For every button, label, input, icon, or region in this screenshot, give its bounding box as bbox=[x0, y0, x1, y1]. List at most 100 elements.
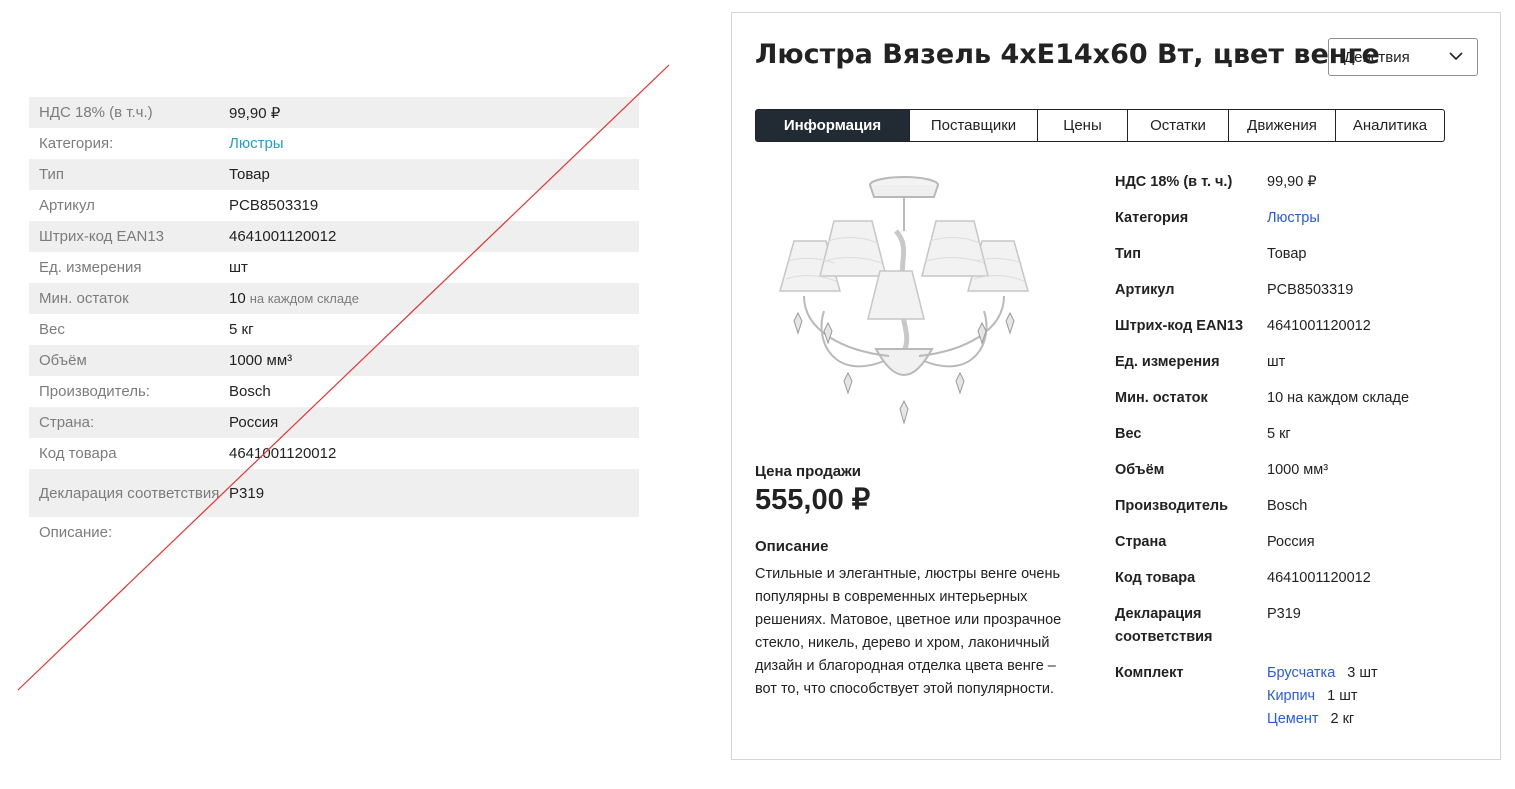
old-value: 4641001120012 bbox=[229, 445, 337, 462]
prop-value: Россия bbox=[1267, 534, 1315, 550]
price-label: Цена продажи bbox=[755, 463, 861, 480]
prop-value: 10 на каждом складе bbox=[1267, 390, 1410, 406]
old-value: Р319 bbox=[229, 484, 265, 502]
old-row-description: Описание: bbox=[29, 517, 639, 548]
prop-label: Ед. измерения bbox=[1115, 354, 1220, 370]
prop-label: Страна bbox=[1115, 534, 1167, 550]
old-category-link[interactable]: Люстры bbox=[229, 135, 284, 152]
prop-label: Объём bbox=[1115, 462, 1165, 478]
prop-value: 4641001120012 bbox=[1267, 318, 1371, 334]
tab-movements[interactable]: Движения bbox=[1228, 110, 1335, 141]
old-value: 1000 мм³ bbox=[229, 352, 293, 369]
old-row-unit: Ед. измерения шт bbox=[29, 252, 639, 283]
prop-value: Р319 bbox=[1267, 606, 1301, 622]
chevron-down-icon bbox=[1449, 52, 1463, 60]
prop-label: Вес bbox=[1115, 426, 1142, 442]
prop-code: Код товара 4641001120012 bbox=[1115, 567, 1485, 603]
kit-item-qty: 3 шт bbox=[1347, 665, 1378, 681]
prop-declaration: Декларация соответствия Р319 bbox=[1115, 603, 1485, 662]
old-row-manufacturer: Производитель: Bosch bbox=[29, 376, 639, 407]
product-title: Люстра Вязель 4хЕ14х60 Вт, цвет венге bbox=[755, 39, 1380, 70]
old-note: на каждом складе bbox=[249, 291, 359, 306]
prop-value: 4641001120012 bbox=[1267, 570, 1371, 586]
old-row-type: Тип Товар bbox=[29, 159, 639, 190]
prop-min-stock: Мин. остаток 10 на каждом складе bbox=[1115, 387, 1485, 423]
old-row-code: Код товара 4641001120012 bbox=[29, 438, 639, 469]
kit-item-link[interactable]: Брусчатка bbox=[1267, 665, 1335, 681]
old-value: 99,90 ₽ bbox=[229, 104, 281, 122]
old-label: Мин. остаток bbox=[39, 290, 129, 307]
prop-label: Код товара bbox=[1115, 570, 1196, 586]
tab-prices[interactable]: Цены bbox=[1037, 110, 1127, 141]
description-text: Стильные и элегантные, люстры венге очен… bbox=[755, 566, 1062, 697]
old-label: Штрих-код EAN13 bbox=[39, 228, 165, 245]
old-value: PCB8503319 bbox=[229, 197, 319, 214]
price-value: 555,00 ₽ bbox=[755, 484, 871, 516]
product-image bbox=[779, 176, 1029, 425]
prop-unit: Ед. измерения шт bbox=[1115, 351, 1485, 387]
actions-dropdown[interactable]: Действия bbox=[1328, 38, 1478, 76]
actions-label: Действия bbox=[1344, 48, 1410, 66]
prop-value: PCB8503319 bbox=[1267, 282, 1354, 298]
prop-value: Bosch bbox=[1267, 498, 1308, 514]
prop-label: Категория bbox=[1115, 210, 1189, 226]
kit-item: Брусчатка 3 шт bbox=[1267, 662, 1378, 685]
tab-suppliers[interactable]: Поставщики bbox=[909, 110, 1037, 141]
old-label: Производитель: bbox=[39, 383, 150, 400]
prop-country: Страна Россия bbox=[1115, 531, 1485, 567]
prop-barcode: Штрих-код EAN13 4641001120012 bbox=[1115, 315, 1485, 351]
prop-vat: НДС 18% (в т. ч.) 99,90 ₽ bbox=[1115, 171, 1485, 207]
prop-value: Товар bbox=[1267, 246, 1307, 262]
tab-bar: Информация Поставщики Цены Остатки Движе… bbox=[755, 109, 1445, 142]
old-value: Товар bbox=[229, 166, 270, 183]
prop-value: 99,90 ₽ bbox=[1267, 174, 1317, 190]
prop-label: НДС 18% (в т. ч.) bbox=[1115, 174, 1233, 190]
prop-label: Мин. остаток bbox=[1115, 390, 1208, 406]
prop-value: 5 кг bbox=[1267, 426, 1291, 442]
tab-analytics[interactable]: Аналитика bbox=[1335, 110, 1444, 141]
old-row-sku: Артикул PCB8503319 bbox=[29, 190, 639, 221]
old-value: шт bbox=[229, 259, 248, 276]
prop-weight: Вес 5 кг bbox=[1115, 423, 1485, 459]
old-value: 4641001120012 bbox=[229, 228, 337, 245]
prop-label: Комплект bbox=[1115, 665, 1184, 681]
old-value: 10 bbox=[229, 290, 246, 307]
description-heading: Описание bbox=[755, 538, 829, 555]
old-property-table: НДС 18% (в т.ч.) 99,90 ₽ Категория: Люст… bbox=[29, 97, 639, 548]
old-row-min-stock: Мин. остаток 10 на каждом складе bbox=[29, 283, 639, 314]
old-row-barcode: Штрих-код EAN13 4641001120012 bbox=[29, 221, 639, 252]
kit-list: Брусчатка 3 шт Кирпич 1 шт Цемент 2 кг bbox=[1267, 662, 1378, 731]
prop-label: Производитель bbox=[1115, 498, 1229, 514]
prop-label: Артикул bbox=[1115, 282, 1175, 298]
prop-type: Тип Товар bbox=[1115, 243, 1485, 279]
old-row-vat: НДС 18% (в т.ч.) 99,90 ₽ bbox=[29, 97, 639, 128]
kit-item: Цемент 2 кг bbox=[1267, 708, 1378, 731]
kit-item-link[interactable]: Цемент bbox=[1267, 711, 1318, 727]
old-label: НДС 18% (в т.ч.) bbox=[39, 104, 153, 121]
prop-manufacturer: Производитель Bosch bbox=[1115, 495, 1485, 531]
kit-item: Кирпич 1 шт bbox=[1267, 685, 1378, 708]
tab-info[interactable]: Информация bbox=[756, 110, 909, 141]
old-label: Вес bbox=[39, 321, 65, 338]
prop-sku: Артикул PCB8503319 bbox=[1115, 279, 1485, 315]
product-card: Люстра Вязель 4хЕ14х60 Вт, цвет венге Де… bbox=[731, 12, 1501, 760]
old-row-country: Страна: Россия bbox=[29, 407, 639, 438]
old-label: Код товара bbox=[39, 445, 117, 462]
old-value: Bosch bbox=[229, 383, 271, 400]
prop-kit: Комплект Брусчатка 3 шт Кирпич 1 шт Цемент… bbox=[1115, 662, 1485, 731]
prop-label: Тип bbox=[1115, 246, 1141, 262]
property-list: НДС 18% (в т. ч.) 99,90 ₽ Категория Люст… bbox=[1115, 171, 1485, 731]
old-row-category: Категория: Люстры bbox=[29, 128, 639, 159]
prop-value: 1000 мм³ bbox=[1267, 462, 1329, 478]
old-row-declaration: Декларация соответствия Р319 bbox=[29, 469, 639, 517]
tab-stock[interactable]: Остатки bbox=[1127, 110, 1228, 141]
old-label: Описание: bbox=[39, 524, 113, 541]
kit-item-link[interactable]: Кирпич bbox=[1267, 688, 1315, 704]
category-link[interactable]: Люстры bbox=[1267, 207, 1320, 243]
old-label: Страна: bbox=[39, 414, 95, 431]
old-label: Категория: bbox=[39, 135, 114, 152]
old-value: 5 кг bbox=[229, 321, 254, 338]
old-row-weight: Вес 5 кг bbox=[29, 314, 639, 345]
old-value: Россия bbox=[229, 414, 279, 431]
prop-value: шт bbox=[1267, 354, 1286, 370]
